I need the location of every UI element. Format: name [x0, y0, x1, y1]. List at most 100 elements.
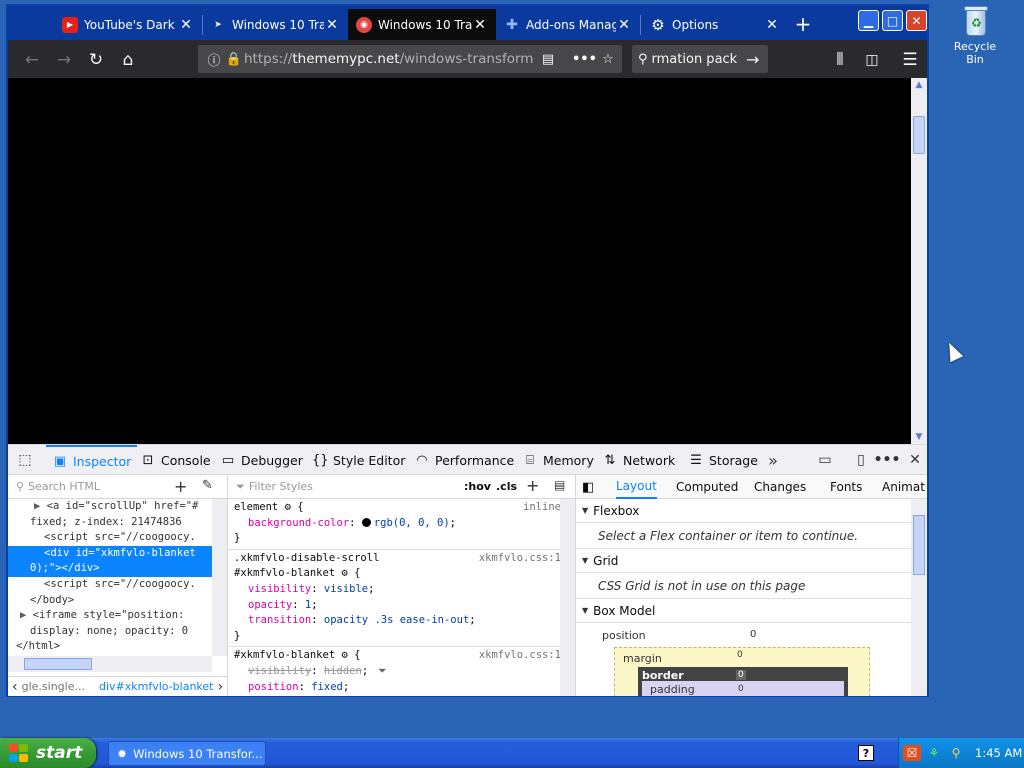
padding-top-value[interactable]: 0 [738, 684, 744, 694]
expand-twisty-icon[interactable]: ▶ [34, 500, 47, 512]
toggle-sidebar-icon[interactable]: ◧ [582, 475, 594, 499]
breadcrumb-back-icon[interactable]: ‹ [12, 679, 18, 695]
minimize-button[interactable]: ▁ [858, 10, 879, 31]
border-top-value[interactable]: 0 [736, 670, 746, 680]
reload-icon[interactable]: ↻ [84, 48, 108, 72]
search-go-arrow-icon[interactable]: → [746, 50, 768, 69]
rule-selector[interactable]: element ⚙ { [234, 500, 571, 516]
rule-settings-icon[interactable]: ⚙ { [335, 649, 360, 661]
css-declaration[interactable]: visibility: visible; [234, 582, 571, 598]
reader-view-icon[interactable]: ▤ [538, 52, 558, 67]
dock-mode-icon[interactable]: ▭ [816, 451, 834, 469]
tab-windows10-1[interactable]: ➤ Windows 10 Trans ✕ [202, 9, 348, 40]
window-close-button[interactable]: ✕ [906, 10, 927, 31]
css-rule[interactable]: xkmfvlo.css:1 #xkmfvlo-blanket ⚙ {visibil… [228, 647, 575, 696]
add-rule-plus-icon[interactable]: + [526, 476, 539, 495]
more-tabs-chevron-icon[interactable]: » [764, 451, 782, 470]
markup-node-line[interactable]: <div id="xkmfvlo-blanket [8, 545, 227, 562]
close-tab-icon[interactable]: ✕ [616, 17, 632, 33]
css-declaration[interactable]: visibility: hidden; ⏷ [234, 664, 571, 680]
rule-source-link[interactable]: xkmfvlo.css:1 [479, 648, 561, 664]
element-picker-icon[interactable]: ⬚ [16, 451, 34, 469]
forward-arrow-icon[interactable]: → [52, 48, 76, 72]
css-rule[interactable]: xkmfvlo.css:1 .xkmfvlo-disable-scroll #xkm… [228, 550, 575, 648]
maximize-button[interactable]: □ [882, 10, 903, 31]
back-arrow-icon[interactable]: ← [20, 48, 44, 72]
tab-changes[interactable]: Changes [754, 475, 806, 499]
markup-node-line[interactable]: display: none; opacity: 0 [8, 624, 227, 640]
tab-addons-manager[interactable]: ✚ Add-ons Manager ✕ [496, 9, 640, 40]
tab-fonts[interactable]: Fonts [830, 475, 862, 499]
markup-node-line[interactable]: ▶ <iframe style="position: [8, 608, 227, 624]
hov-toggle[interactable]: :hov [464, 480, 491, 493]
recycle-bin-desktop-icon[interactable]: ♻ Recycle Bin [944, 2, 1006, 66]
tray-app-icon[interactable]: ☒ [903, 745, 921, 761]
sidebar-icon[interactable]: ◫ [860, 48, 884, 72]
help-icon[interactable]: ? [858, 745, 874, 761]
hamburger-menu-icon[interactable]: ☰ [898, 48, 922, 72]
css-declaration[interactable]: opacity: 1; [234, 598, 571, 614]
close-tab-icon[interactable]: ✕ [472, 17, 488, 33]
cls-toggle[interactable]: .cls [496, 480, 517, 493]
markup-node-line[interactable]: <script src="//coogoocy. [8, 530, 227, 546]
tab-youtube-dark[interactable]: ▶ YouTube's Dark Se ✕ [54, 9, 202, 40]
color-swatch[interactable] [361, 517, 371, 527]
print-simulation-icon[interactable]: ▤ [554, 478, 565, 492]
tab-inspector[interactable]: ▣ Inspector [46, 445, 138, 475]
css-rules-list[interactable]: inline element ⚙ {background-color: rgb(0… [228, 499, 575, 696]
library-icon[interactable]: ⫴ [828, 48, 852, 72]
search-bar[interactable]: ⚲ rmation pack → [632, 45, 768, 73]
close-devtools-icon[interactable]: ✕ [906, 451, 924, 469]
tab-animations[interactable]: Animat▼ [882, 475, 927, 499]
tab-style-editor[interactable]: {} Style Editor [312, 445, 405, 475]
margin-top-value[interactable]: 0 [737, 650, 743, 660]
markup-node-line[interactable]: ▶ <a id="scrollUp" href="# [8, 499, 227, 515]
filter-rule-icon[interactable]: ⏷ [378, 665, 386, 677]
tab-storage[interactable]: ☰ Storage [688, 445, 758, 475]
css-declaration[interactable]: position: fixed; [234, 680, 571, 696]
breadcrumb-item[interactable]: gle.single... [22, 680, 85, 693]
add-node-plus-icon[interactable]: + [174, 477, 187, 496]
tab-console[interactable]: ⊡ Console [140, 445, 211, 475]
rule-settings-icon[interactable]: ⚙ { [335, 567, 360, 579]
markup-node-line[interactable]: </html> [8, 639, 227, 655]
taskbar-item-firefox[interactable]: ✹ Windows 10 Transfor... [108, 741, 266, 766]
rules-vertical-scrollbar[interactable] [560, 499, 575, 696]
grid-section-header[interactable]: ▼ Grid [576, 549, 927, 573]
tab-windows10-active[interactable]: ◉ Windows 10 Trans ✕ [348, 9, 496, 40]
tab-performance[interactable]: ◠ Performance [414, 445, 514, 475]
markup-node-line[interactable]: 0);"></div> [8, 561, 227, 577]
page-content-blanket[interactable] [8, 78, 911, 444]
layout-vertical-scrollbar[interactable] [911, 499, 927, 696]
rule-source-link[interactable]: xkmfvlo.css:1 [479, 551, 561, 567]
close-tab-icon[interactable]: ✕ [178, 17, 194, 33]
home-icon[interactable]: ⌂ [116, 48, 140, 72]
breadcrumb-forward-icon[interactable]: › [217, 679, 223, 695]
markup-horizontal-scrollbar[interactable] [8, 656, 212, 672]
tab-memory[interactable]: ⌸ Memory [522, 445, 594, 475]
close-tab-icon[interactable]: ✕ [764, 17, 780, 33]
page-vertical-scrollbar[interactable]: ▲ ▼ [911, 78, 927, 444]
search-input[interactable]: rmation pack [648, 52, 746, 67]
info-icon[interactable]: ⓘ [204, 50, 224, 69]
markup-node-line[interactable]: </body> [8, 593, 227, 609]
eyedropper-icon[interactable]: ✎ [202, 478, 213, 493]
tab-debugger[interactable]: ▭ Debugger [220, 445, 303, 475]
bookmark-star-icon[interactable]: ☆ [598, 52, 618, 67]
tray-search-icon[interactable]: ⚲ [947, 745, 965, 761]
new-tab-plus-icon[interactable]: + [792, 12, 814, 36]
rule-settings-icon[interactable]: ⚙ { [278, 501, 304, 513]
box-model-section-header[interactable]: ▼ Box Model [576, 599, 927, 623]
css-rule[interactable]: inline element ⚙ {background-color: rgb(0… [228, 499, 575, 550]
expand-twisty-icon[interactable]: ▶ [20, 609, 33, 621]
markup-node-line[interactable]: <script src="//coogoocy. [8, 577, 227, 593]
markup-vertical-scrollbar[interactable] [212, 499, 227, 656]
page-actions-icon[interactable]: ••• [572, 52, 597, 67]
clock[interactable]: 1:45 AM [975, 746, 1022, 760]
search-html-field[interactable]: ⚲ Search HTML + ✎ [8, 475, 227, 499]
tab-network[interactable]: ⇅ Network [602, 445, 676, 475]
markup-node-line[interactable]: fixed; z-index: 21474836 [8, 515, 227, 531]
start-button[interactable]: start [0, 738, 96, 768]
position-value[interactable]: 0 [750, 629, 756, 640]
tab-computed[interactable]: Computed [676, 475, 738, 499]
